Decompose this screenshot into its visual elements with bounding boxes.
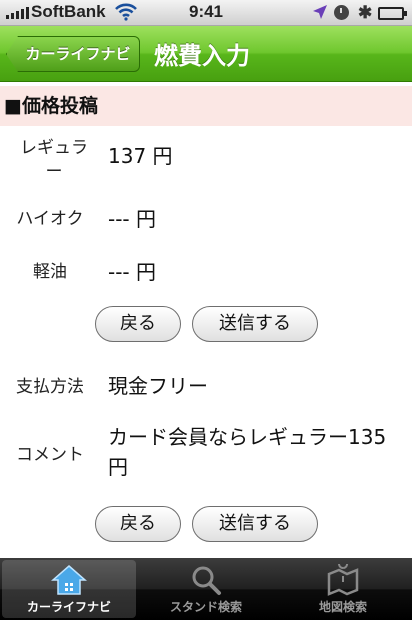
high-octane-price-value: --- 円	[108, 207, 157, 231]
map-icon	[327, 564, 359, 596]
bluetooth-icon: ✱	[358, 3, 373, 22]
send-button-top[interactable]: 送信する	[192, 306, 318, 342]
home-icon	[51, 565, 87, 595]
navigation-bar: カーライフナビ 燃費入力	[0, 26, 412, 82]
high-octane-label: ハイオク	[16, 209, 84, 229]
comment-value: カード会員ならレギュラー135 円	[108, 422, 408, 482]
tab-bar: カーライフナビ スタンド検索 地図検索	[0, 558, 412, 620]
tab-label: カーライフナビ	[26, 600, 111, 614]
status-time: 9:41	[188, 2, 224, 21]
comment-line2: 円	[108, 455, 128, 479]
tab-label: 地図検索	[318, 600, 367, 614]
search-icon	[192, 566, 221, 595]
tab-label: スタンド検索	[169, 600, 242, 614]
tab-stand-search[interactable]: スタンド検索	[139, 560, 273, 618]
back-button-top[interactable]: 戻る	[95, 306, 181, 342]
back-button-bottom[interactable]: 戻る	[95, 506, 181, 542]
payment-label: 支払方法	[16, 377, 84, 397]
location-arrow-icon	[312, 4, 328, 25]
payment-value: 現金フリー	[108, 374, 208, 398]
diesel-price-value: --- 円	[108, 260, 157, 284]
diesel-label: 軽油	[33, 262, 67, 282]
tab-map-search[interactable]: 地図検索	[276, 560, 410, 618]
clock-icon	[334, 5, 349, 20]
status-bar: SoftBank 9:41 ✱	[0, 0, 412, 26]
comment-line1: カード会員ならレギュラー135	[108, 425, 387, 449]
page-title: 燃費入力	[154, 42, 250, 70]
section-header: ■価格投稿	[0, 86, 412, 126]
regular-label-line2: ー	[45, 162, 63, 182]
battery-icon	[378, 7, 407, 20]
regular-label-line1: レギュラ	[20, 138, 88, 158]
regular-label: レギュラ ー	[4, 136, 104, 184]
back-button[interactable]: カーライフナビ	[6, 36, 140, 72]
comment-label: コメント	[16, 445, 84, 465]
send-button-bottom[interactable]: 送信する	[192, 506, 318, 542]
tab-car-life-navi[interactable]: カーライフナビ	[2, 560, 136, 618]
regular-price-value: 137 円	[108, 144, 173, 168]
